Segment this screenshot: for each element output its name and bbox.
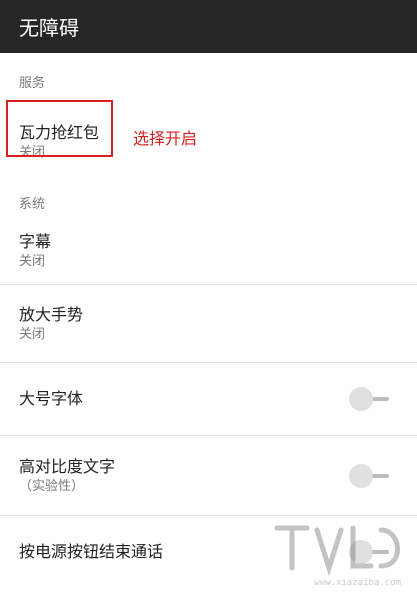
item-status: 关闭 [19,326,46,342]
app-titlebar: 无障碍 [0,0,417,53]
list-item-large-text[interactable]: 大号字体 [0,363,417,436]
item-title: 放大手势 [19,304,84,324]
high-contrast-toggle[interactable] [349,463,389,488]
list-item-wali-red-packet[interactable]: 瓦力抢红包 关闭 [0,97,417,187]
item-title: 字幕 [19,232,52,251]
item-title: 瓦力抢红包 [19,123,100,142]
item-status: 关闭 [19,254,46,269]
large-text-toggle[interactable] [349,387,389,411]
list-item-high-contrast-text[interactable]: 高对比度文字 （实验性） [0,436,417,516]
section-header-system: 系统 [19,197,46,212]
watermark-logo-icon [274,525,400,577]
watermark: www.xiazaiba.com [271,518,411,588]
item-status: 关闭 [19,145,46,160]
page-title: 无障碍 [19,16,79,40]
watermark-url: www.xiazaiba.com [314,578,401,588]
list-item-captions[interactable]: 字幕 关闭 [0,218,417,285]
section-header-services: 服务 [19,76,46,91]
annotation-text: 选择开启 [133,129,198,148]
list-item-magnification-gestures[interactable]: 放大手势 关闭 [0,285,417,363]
